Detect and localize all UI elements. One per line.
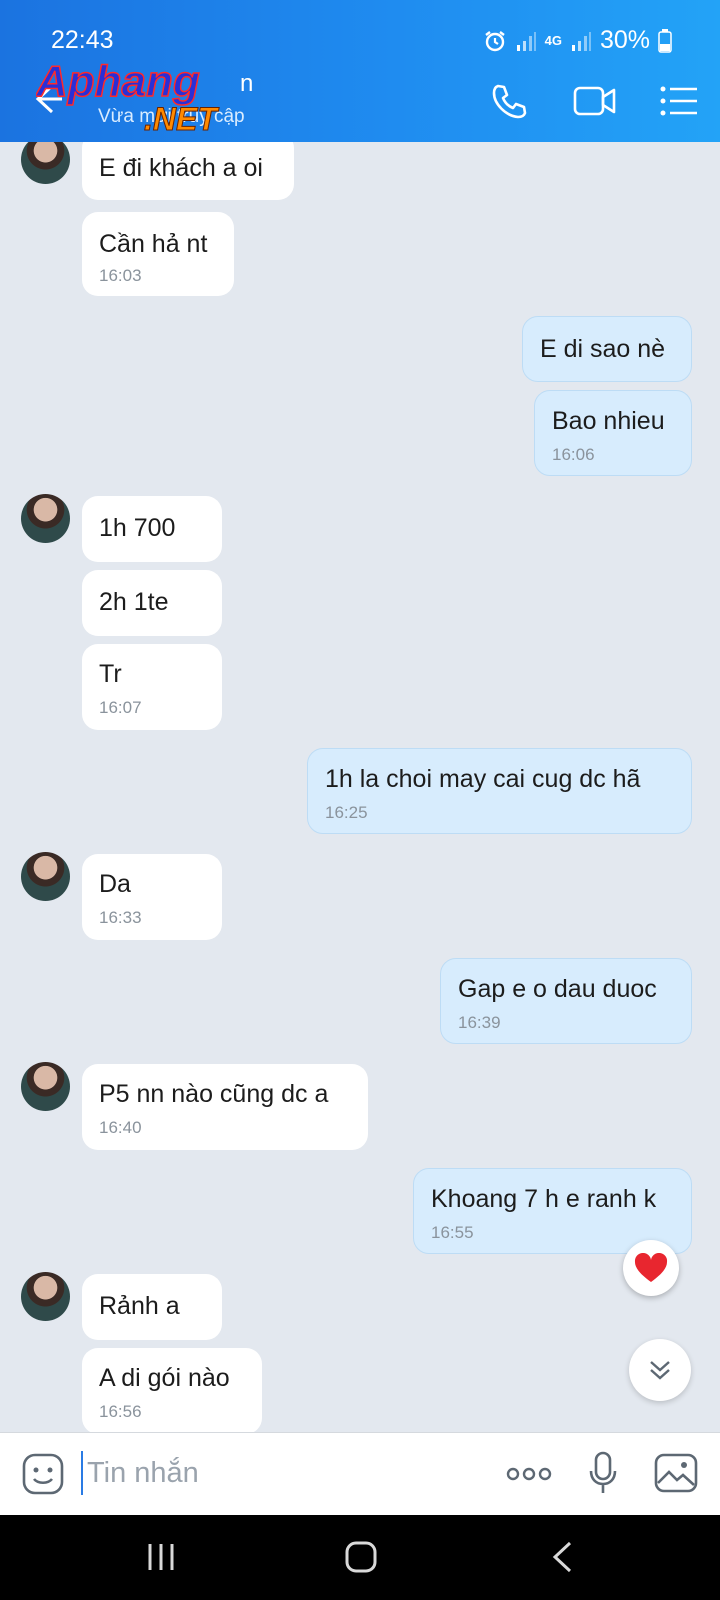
message-input[interactable]: [81, 1451, 481, 1495]
status-time: 22:43: [51, 26, 114, 54]
home-icon[interactable]: [344, 1540, 378, 1574]
message-time: 16:06: [552, 445, 595, 464]
message-text: Tr: [99, 660, 122, 688]
message-bubble[interactable]: A di gói nào 16:56: [82, 1348, 262, 1432]
status-icons: 4G 30%: [483, 26, 672, 55]
double-chevron-down-icon: [650, 1361, 670, 1380]
emoji-icon[interactable]: [22, 1453, 64, 1495]
message-text: 1h la choi may cai cug dc hã: [325, 765, 641, 793]
svg-text:.NET: .NET: [144, 101, 219, 137]
message-time: 16:40: [99, 1118, 142, 1137]
message-time: 16:39: [458, 1013, 501, 1032]
message-bubble[interactable]: 1h 700: [82, 496, 222, 562]
chat-messages[interactable]: E đi khách a oi Cần hả nt 16:03 E di sao…: [0, 142, 720, 1432]
chat-header: 22:43 4G 30% n Vừa mới truy cập Aphang .…: [0, 0, 720, 142]
message-text: A di gói nào: [99, 1364, 230, 1392]
message-composer: [0, 1432, 720, 1515]
message-time: 16:55: [431, 1223, 474, 1242]
network-type: 4G: [544, 33, 562, 48]
signal-icon: [571, 31, 591, 51]
signal-icon: [516, 31, 536, 51]
message-text: 1h 700: [99, 514, 176, 542]
message-bubble[interactable]: 1h la choi may cai cug dc hã 16:25: [307, 748, 692, 834]
message-text: Khoang 7 h e ranh k: [431, 1185, 657, 1213]
avatar[interactable]: [21, 852, 70, 901]
message-text: Gap e o dau duoc: [458, 975, 657, 1003]
message-time: 16:03: [99, 266, 142, 285]
heart-icon: [634, 1253, 668, 1282]
recent-apps-icon[interactable]: [146, 1542, 176, 1572]
message-bubble[interactable]: Tr 16:07: [82, 644, 222, 730]
message-text: 2h 1te: [99, 588, 169, 616]
heart-reaction-button[interactable]: [623, 1240, 679, 1296]
message-text: E di sao nè: [540, 335, 666, 363]
message-bubble[interactable]: Rảnh a: [82, 1274, 222, 1340]
message-time: 16:33: [99, 908, 142, 927]
message-text: Bao nhieu: [552, 407, 665, 435]
menu-list-icon[interactable]: [660, 86, 698, 116]
message-bubble[interactable]: 2h 1te: [82, 570, 222, 636]
system-nav-bar: [0, 1515, 720, 1600]
message-bubble[interactable]: E di sao nè: [522, 316, 692, 382]
message-bubble[interactable]: Bao nhieu 16:06: [534, 390, 692, 476]
message-bubble[interactable]: Da 16:33: [82, 854, 222, 940]
battery-icon: [658, 28, 672, 53]
message-time: 16:25: [325, 803, 368, 822]
message-text: Da: [99, 870, 131, 898]
microphone-icon[interactable]: [588, 1451, 618, 1495]
avatar[interactable]: [21, 494, 70, 543]
message-bubble[interactable]: Gap e o dau duoc 16:39: [440, 958, 692, 1044]
message-bubble[interactable]: E đi khách a oi: [82, 142, 294, 200]
more-options-icon[interactable]: [506, 1467, 552, 1481]
phone-call-icon[interactable]: [490, 82, 528, 120]
avatar[interactable]: [21, 1272, 70, 1321]
message-text: Rảnh a: [99, 1292, 180, 1320]
message-bubble[interactable]: Cần hả nt 16:03: [82, 212, 234, 296]
message-text: Cần hả nt: [99, 230, 208, 258]
message-text: E đi khách a oi: [99, 154, 263, 182]
back-nav-icon[interactable]: [550, 1540, 574, 1574]
scroll-to-bottom-button[interactable]: [629, 1339, 691, 1401]
avatar[interactable]: [21, 1062, 70, 1111]
alarm-icon: [484, 30, 505, 51]
message-time: 16:56: [99, 1402, 142, 1421]
watermark-logo: Aphang .NET: [36, 58, 220, 138]
message-text: P5 nn nào cũng dc a: [99, 1080, 329, 1108]
image-gallery-icon[interactable]: [654, 1453, 698, 1493]
avatar[interactable]: [21, 142, 70, 184]
message-bubble[interactable]: P5 nn nào cũng dc a 16:40: [82, 1064, 368, 1150]
video-call-icon[interactable]: [573, 84, 617, 118]
message-time: 16:07: [99, 698, 142, 717]
battery-percent: 30%: [599, 26, 650, 54]
svg-text:Aphang: Aphang: [36, 58, 200, 106]
